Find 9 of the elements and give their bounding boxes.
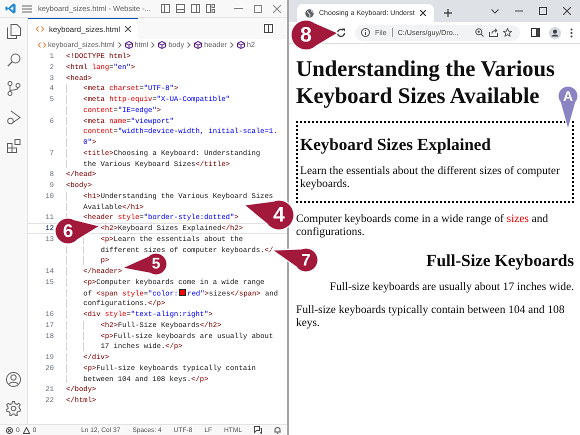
paragraph: Learn the essentials about the different sizes of computer keyboards. xyxy=(300,165,561,191)
section-heading: Keyboard Sizes Explained xyxy=(300,135,491,155)
page-heading: Understanding the Various Keyboard Sizes Available xyxy=(296,55,556,109)
paragraph: Full-size keyboards are usually about 17 inches wide. xyxy=(328,281,574,294)
section-heading: Full-Size Keyboards xyxy=(426,251,574,271)
callout-marker: 4 xyxy=(242,198,296,232)
callout-marker: 8 xyxy=(289,18,340,52)
paragraph: Computer keyboards come in a wide range of sizes and configurations. xyxy=(296,213,550,239)
paragraph: Full-size keyboards typically contain between 104 and 108 keys. xyxy=(296,304,566,330)
